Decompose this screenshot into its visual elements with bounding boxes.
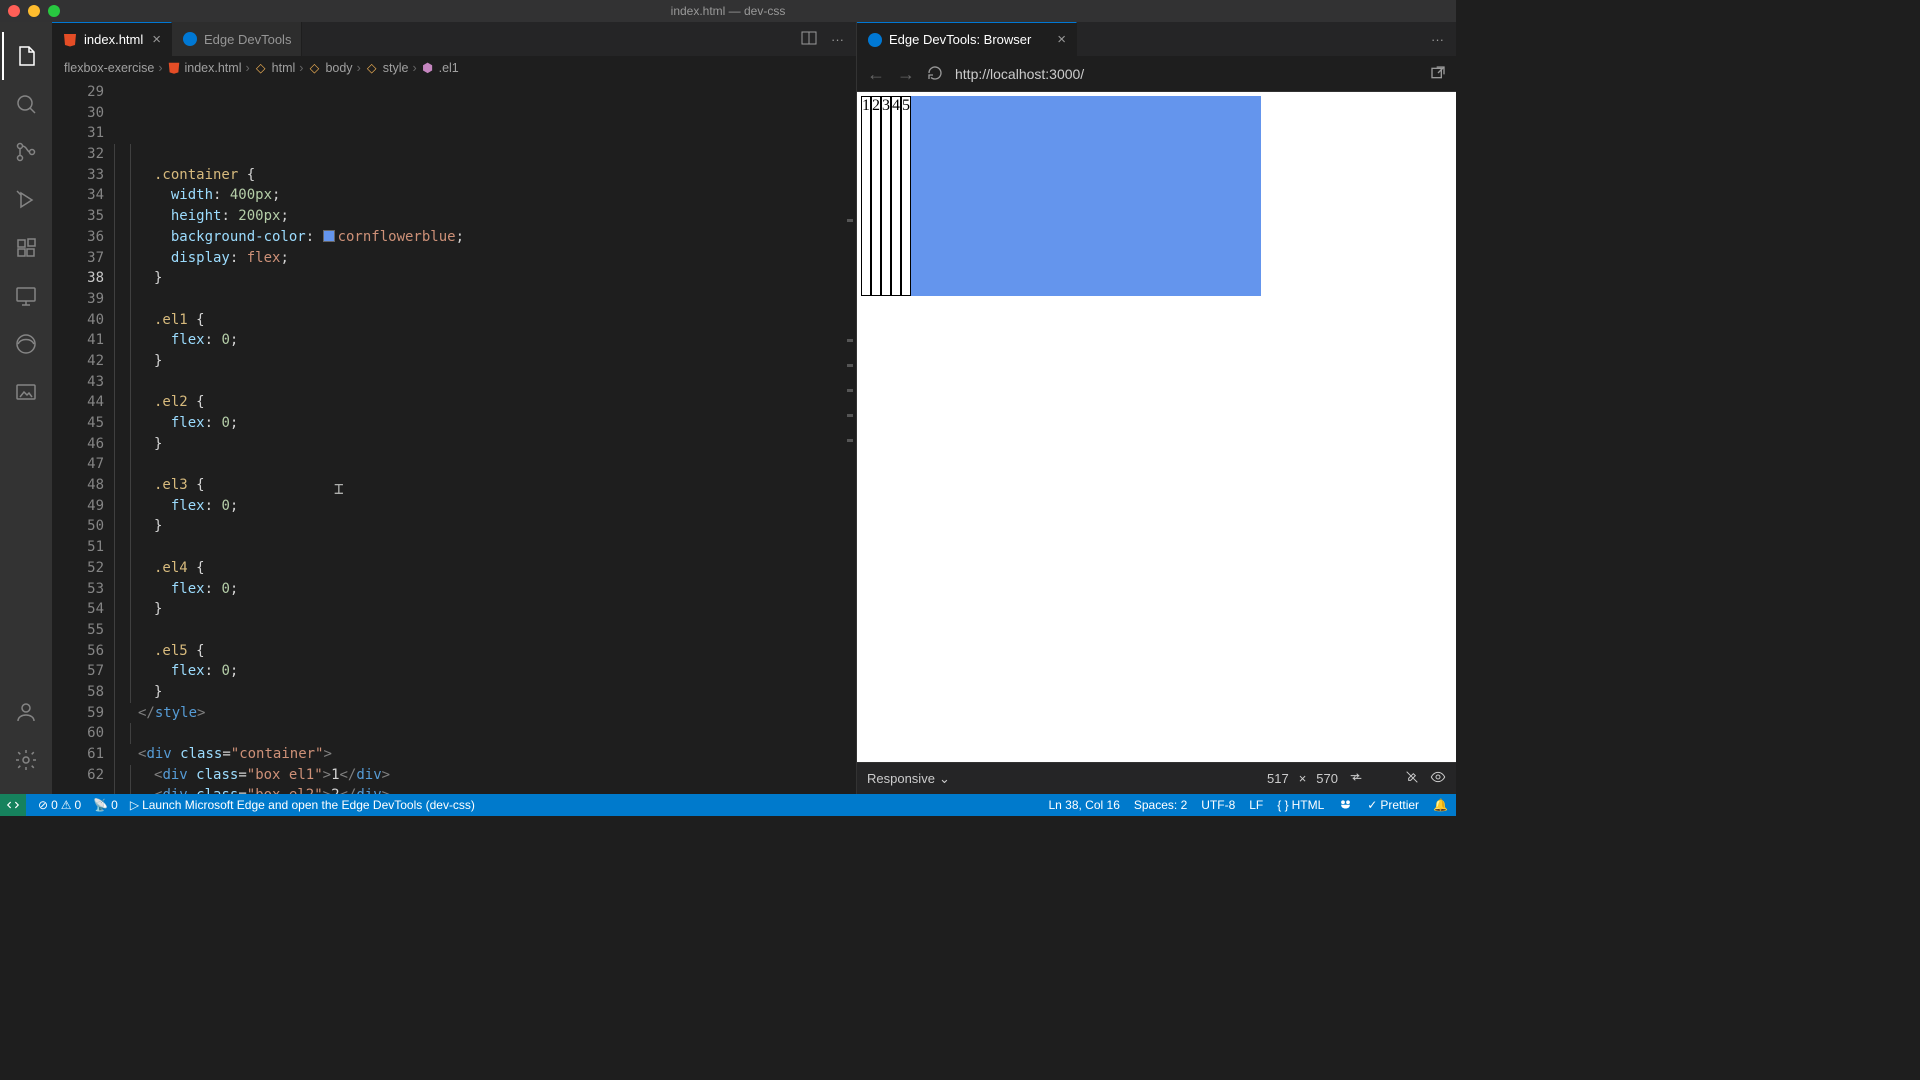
breadcrumb-item[interactable]: flexbox-exercise — [64, 61, 154, 75]
dimension-separator: × — [1299, 771, 1307, 786]
preview-flex-container: 1 2 3 4 5 — [861, 96, 1261, 296]
breadcrumb-item[interactable]: body — [325, 61, 352, 75]
editor-group: index.html × Edge DevTools ··· flexbox-e… — [52, 22, 856, 794]
ports-indicator[interactable]: 📡0 — [93, 798, 118, 812]
source-control-icon[interactable] — [2, 128, 50, 176]
debug-icon: ▷ — [130, 798, 139, 812]
edge-icon — [182, 31, 198, 47]
search-icon[interactable] — [2, 80, 50, 128]
emulate-vision-icon[interactable] — [1430, 769, 1446, 788]
browser-tabs: Edge DevTools: Browser × ··· — [857, 22, 1456, 57]
viewport-height[interactable]: 570 — [1316, 771, 1338, 786]
explorer-icon[interactable] — [2, 32, 50, 80]
device-toolbar: Responsive ⌄ 517 × 570 — [857, 762, 1456, 794]
open-external-icon[interactable] — [1430, 65, 1446, 84]
launch-task[interactable]: ▷ Launch Microsoft Edge and open the Edg… — [130, 798, 475, 812]
encoding-status[interactable]: UTF-8 — [1201, 798, 1235, 812]
reload-icon[interactable] — [927, 65, 943, 84]
remote-explorer-icon[interactable] — [2, 272, 50, 320]
chevron-right-icon: › — [357, 61, 361, 75]
html-file-icon — [167, 61, 181, 75]
device-selector[interactable]: Responsive ⌄ — [867, 771, 950, 787]
image-preview-icon[interactable] — [2, 368, 50, 416]
nav-forward-icon[interactable]: → — [897, 64, 915, 85]
tab-close-icon[interactable]: × — [1057, 31, 1066, 48]
accounts-icon[interactable] — [2, 688, 50, 736]
more-actions-icon[interactable]: ··· — [1431, 32, 1444, 47]
window-maximize-button[interactable] — [48, 5, 60, 17]
more-actions-icon[interactable]: ··· — [831, 32, 844, 47]
nav-back-icon[interactable]: ← — [867, 64, 885, 85]
tab-close-icon[interactable]: × — [152, 31, 161, 48]
tab-edge-devtools[interactable]: Edge DevTools — [172, 22, 302, 56]
status-bar: ⊘0 ⚠0 📡0 ▷ Launch Microsoft Edge and ope… — [0, 794, 1456, 816]
edge-devtools-icon[interactable] — [2, 320, 50, 368]
device-label: Responsive — [867, 771, 935, 786]
breadcrumb-item[interactable]: index.html — [185, 61, 242, 75]
notifications-icon[interactable]: 🔔 — [1433, 798, 1448, 812]
symbol-tag-icon: ◇ — [365, 61, 379, 75]
breadcrumb-item[interactable]: style — [383, 61, 409, 75]
activity-bar — [0, 22, 52, 794]
breadcrumb-item[interactable]: html — [272, 61, 296, 75]
error-icon: ⊘ — [38, 798, 48, 812]
rotate-icon[interactable] — [1348, 769, 1364, 788]
window-title: index.html — dev-css — [671, 4, 786, 18]
warning-icon: ⚠ — [61, 798, 72, 812]
browser-viewport[interactable]: 1 2 3 4 5 — [857, 92, 1456, 762]
preview-box: 2 — [871, 96, 881, 296]
edge-icon — [867, 32, 883, 48]
indentation-status[interactable]: Spaces: 2 — [1134, 798, 1187, 812]
tab-label: Edge DevTools — [204, 32, 291, 47]
run-debug-icon[interactable] — [2, 176, 50, 224]
extensions-icon[interactable] — [2, 224, 50, 272]
window-close-button[interactable] — [8, 5, 20, 17]
screenshot-icon[interactable] — [1404, 769, 1420, 788]
tab-label: index.html — [84, 32, 143, 47]
minimap[interactable] — [842, 79, 856, 794]
preview-box: 3 — [881, 96, 891, 296]
chevron-right-icon: › — [158, 61, 162, 75]
symbol-tag-icon: ◇ — [254, 61, 268, 75]
prettier-status[interactable]: ✓ Prettier — [1367, 798, 1419, 812]
preview-box: 5 — [901, 96, 911, 296]
settings-gear-icon[interactable] — [2, 736, 50, 784]
broadcast-icon: 📡 — [93, 798, 108, 812]
cursor-position[interactable]: Ln 38, Col 16 — [1048, 798, 1119, 812]
code-icon: { } — [1277, 798, 1288, 812]
browser-preview-panel: Edge DevTools: Browser × ··· ← → http://… — [856, 22, 1456, 794]
tab-label: Edge DevTools: Browser — [889, 32, 1031, 47]
chevron-right-icon: › — [299, 61, 303, 75]
viewport-width[interactable]: 517 — [1267, 771, 1289, 786]
language-status[interactable]: { }HTML — [1277, 798, 1324, 812]
preview-box: 4 — [891, 96, 901, 296]
url-bar[interactable]: http://localhost:3000/ — [955, 66, 1418, 82]
tab-index-html[interactable]: index.html × — [52, 22, 172, 56]
chevron-right-icon: › — [245, 61, 249, 75]
window-titlebar: index.html — dev-css — [0, 0, 1456, 22]
editor-tabs: index.html × Edge DevTools ··· — [52, 22, 856, 57]
line-numbers: 2930313233343536373839404142434445464748… — [52, 79, 114, 794]
code-content[interactable]: ⌶ .container { width: 400px; height: 200… — [114, 79, 856, 794]
tab-browser-preview[interactable]: Edge DevTools: Browser × — [857, 22, 1077, 56]
breadcrumbs[interactable]: flexbox-exercise › index.html › ◇ html ›… — [52, 57, 856, 79]
html-file-icon — [62, 32, 78, 48]
chevron-down-icon: ⌄ — [939, 771, 950, 787]
symbol-css-icon: ⬢ — [421, 61, 435, 75]
remote-indicator[interactable] — [0, 794, 26, 816]
problems-indicator[interactable]: ⊘0 ⚠0 — [38, 798, 81, 812]
symbol-tag-icon: ◇ — [307, 61, 321, 75]
window-minimize-button[interactable] — [28, 5, 40, 17]
eol-status[interactable]: LF — [1249, 798, 1263, 812]
code-editor[interactable]: 2930313233343536373839404142434445464748… — [52, 79, 856, 794]
copilot-status-icon[interactable] — [1338, 796, 1353, 814]
split-editor-icon[interactable] — [801, 30, 817, 49]
breadcrumb-item[interactable]: .el1 — [439, 61, 459, 75]
browser-toolbar: ← → http://localhost:3000/ — [857, 57, 1456, 92]
chevron-right-icon: › — [412, 61, 416, 75]
preview-box: 1 — [861, 96, 871, 296]
